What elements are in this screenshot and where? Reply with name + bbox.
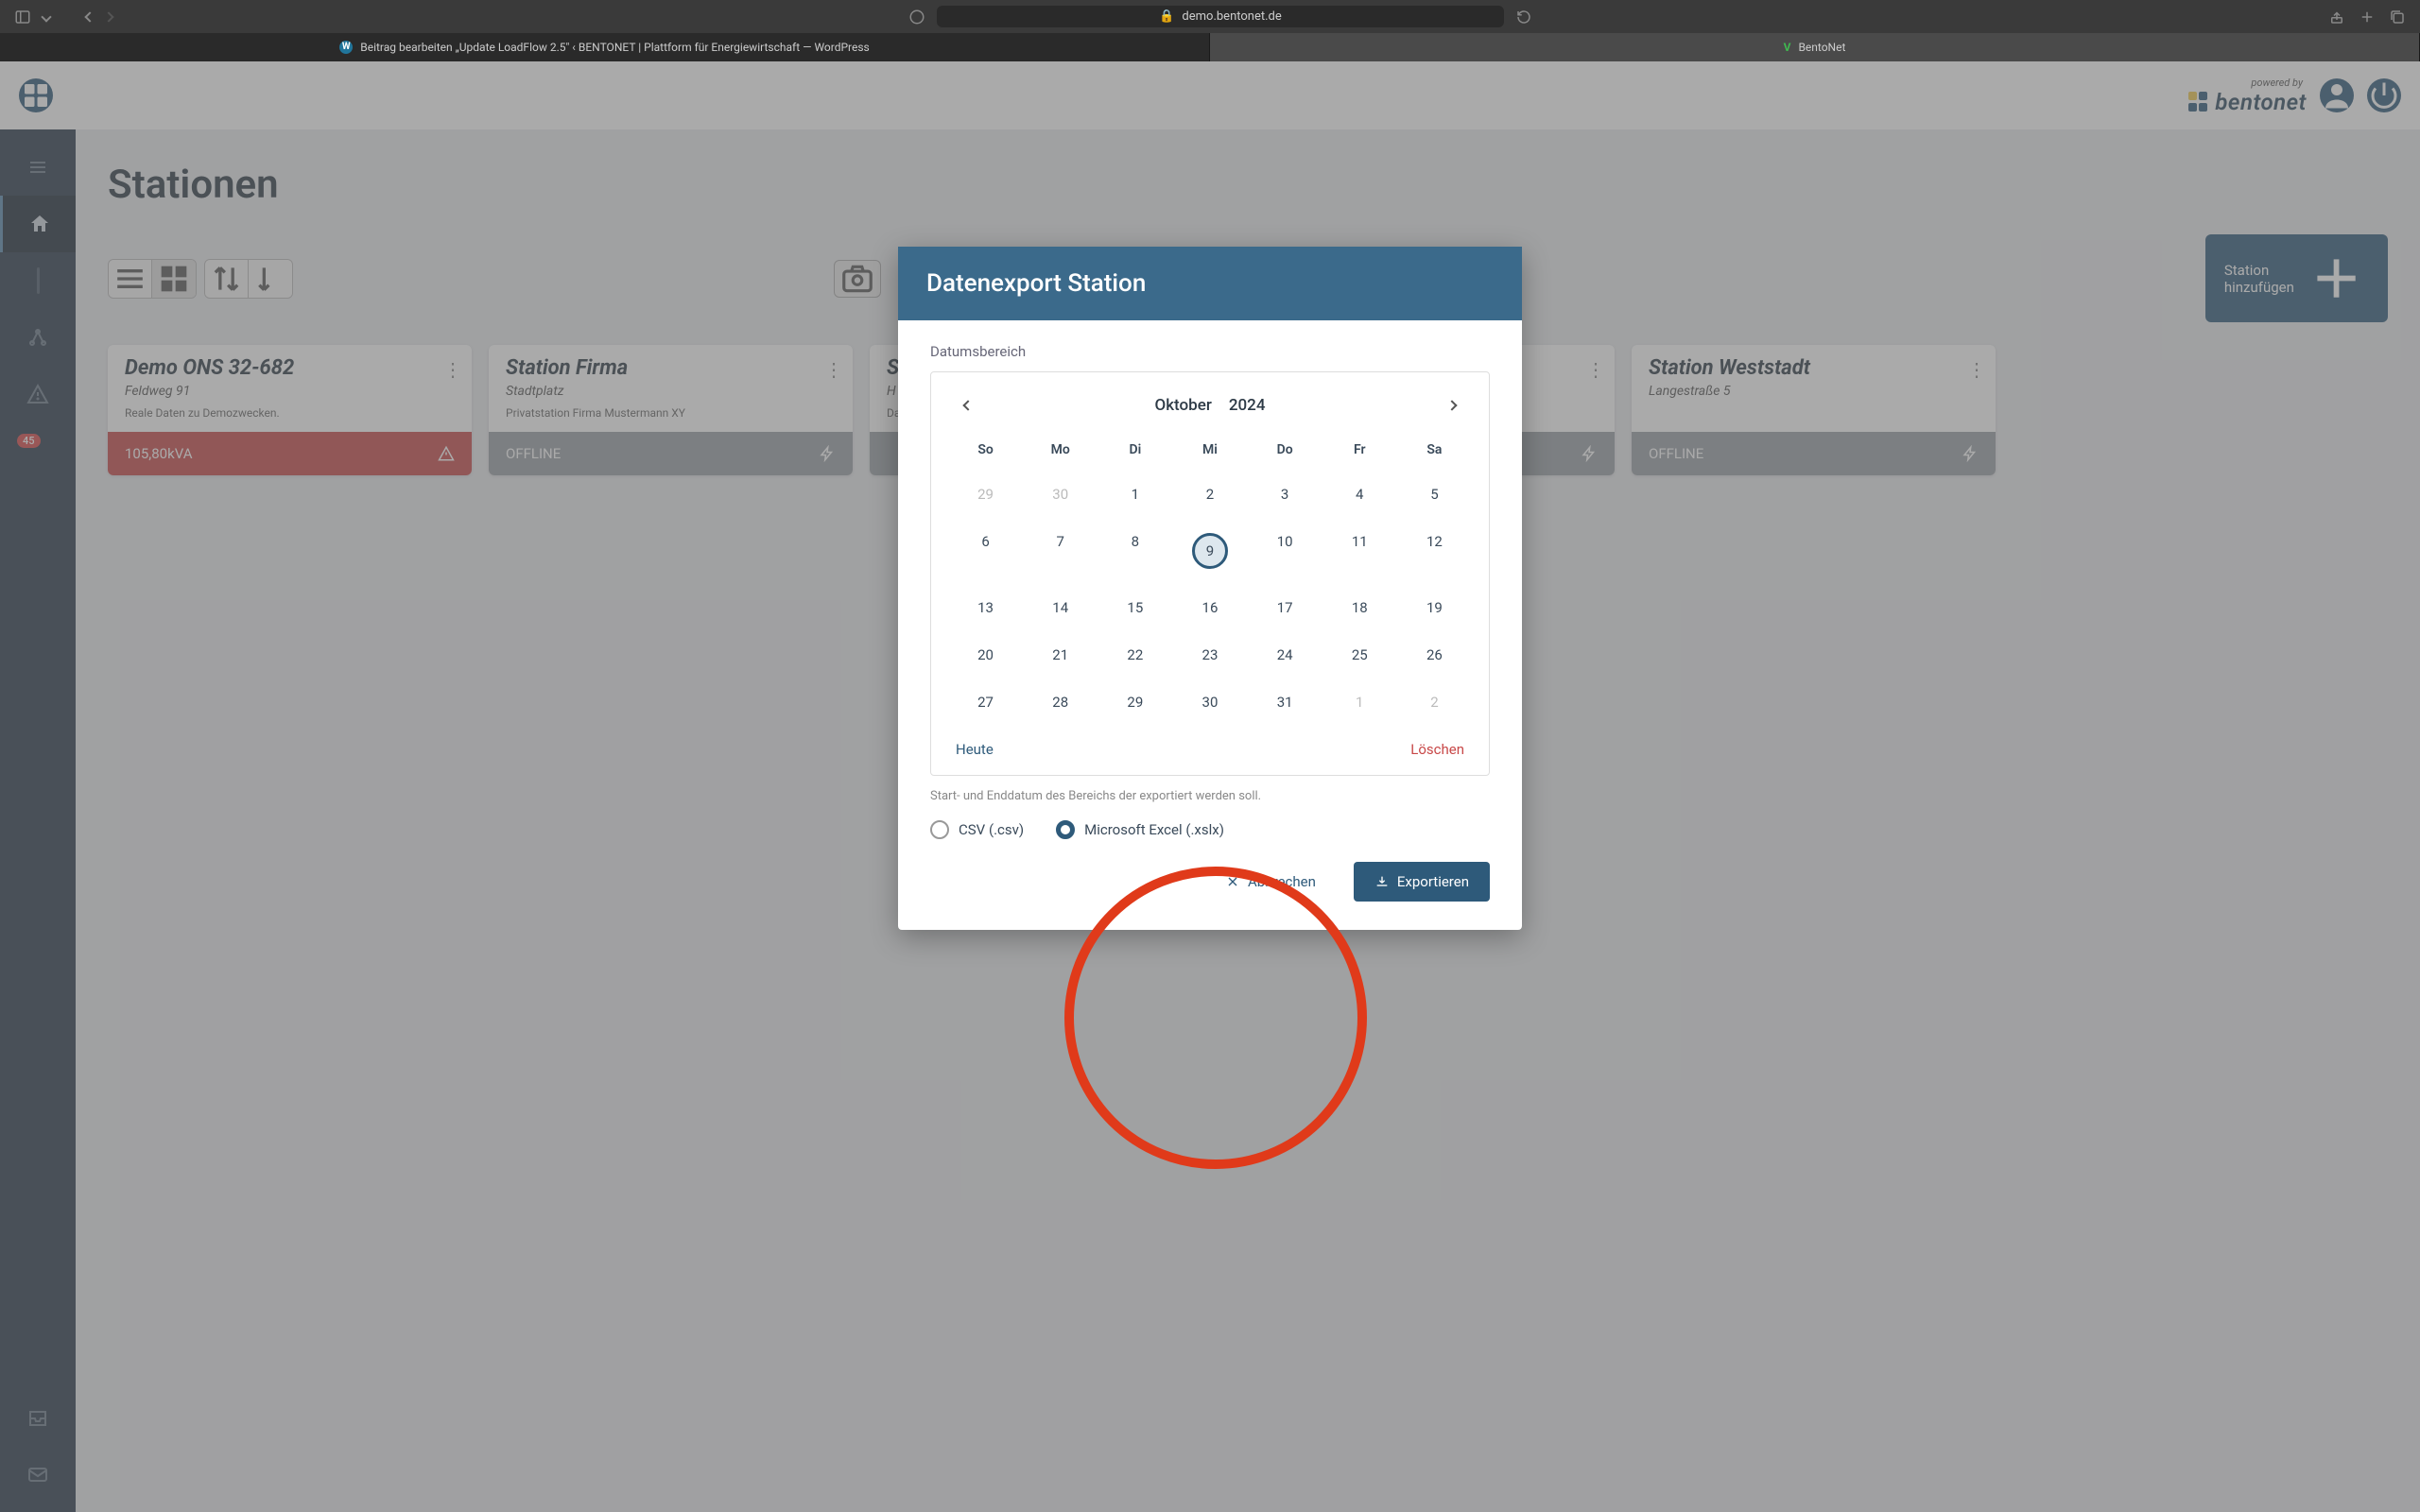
cancel-button[interactable]: Abbrechen: [1204, 862, 1337, 902]
calendar-weekday: Sa: [1397, 429, 1472, 471]
calendar-weekday: Do: [1248, 429, 1322, 471]
calendar-day[interactable]: 9: [1172, 518, 1247, 584]
calendar-year[interactable]: 2024: [1229, 396, 1266, 415]
calendar-day[interactable]: 14: [1023, 584, 1098, 631]
export-modal: Datenexport Station Datumsbereich Oktobe…: [898, 247, 1522, 930]
calendar-weekday: So: [948, 429, 1023, 471]
calendar-weekday: Di: [1098, 429, 1172, 471]
calendar-day[interactable]: 22: [1098, 631, 1172, 679]
browser-tabs: W Beitrag bearbeiten „Update LoadFlow 2.…: [0, 33, 2420, 61]
calendar-day[interactable]: 28: [1023, 679, 1098, 726]
tabs-icon[interactable]: [2389, 9, 2406, 26]
calendar-day[interactable]: 29: [948, 471, 1023, 518]
calendar-day[interactable]: 2: [1397, 679, 1472, 726]
calendar: Oktober 2024 SoMoDiMiDoFrSa 293012345678…: [930, 371, 1490, 776]
calendar-weekday: Mo: [1023, 429, 1098, 471]
app: powered by bentonet: [0, 61, 2420, 1512]
calendar-day[interactable]: 2: [1172, 471, 1247, 518]
calendar-day[interactable]: 31: [1248, 679, 1322, 726]
chevron-left-icon: [962, 400, 973, 410]
calendar-month[interactable]: Oktober: [1154, 396, 1211, 415]
calendar-day[interactable]: 26: [1397, 631, 1472, 679]
calendar-day[interactable]: 4: [1322, 471, 1397, 518]
chevron-right-icon: [1446, 400, 1457, 410]
calendar-day[interactable]: 7: [1023, 518, 1098, 584]
calendar-day[interactable]: 29: [1098, 679, 1172, 726]
url-bar[interactable]: 🔒 demo.bentonet.de: [937, 6, 1504, 27]
calendar-day[interactable]: 25: [1322, 631, 1397, 679]
tab-label: BentoNet: [1798, 41, 1845, 54]
shield-icon[interactable]: [908, 9, 925, 26]
date-range-hint: Start- und Enddatum des Bereichs der exp…: [930, 789, 1490, 803]
format-csv-label: CSV (.csv): [959, 821, 1024, 838]
calendar-days: 2930123456789101112131415161718192021222…: [948, 471, 1472, 726]
calendar-day[interactable]: 3: [1248, 471, 1322, 518]
calendar-day[interactable]: 8: [1098, 518, 1172, 584]
calendar-day[interactable]: 1: [1322, 679, 1397, 726]
date-range-label: Datumsbereich: [930, 343, 1490, 360]
calendar-day[interactable]: 17: [1248, 584, 1322, 631]
calendar-day[interactable]: 24: [1248, 631, 1322, 679]
calendar-clear-link[interactable]: Löschen: [1410, 741, 1464, 758]
calendar-day[interactable]: 30: [1172, 679, 1247, 726]
share-icon[interactable]: [2328, 9, 2345, 26]
calendar-day[interactable]: 10: [1248, 518, 1322, 584]
export-button[interactable]: Exportieren: [1354, 862, 1490, 902]
calendar-weekday: Fr: [1322, 429, 1397, 471]
calendar-day[interactable]: 11: [1322, 518, 1397, 584]
reload-icon[interactable]: [1515, 9, 1532, 26]
tab-label: Beitrag bearbeiten „Update LoadFlow 2.5"…: [360, 41, 870, 54]
calendar-day[interactable]: 12: [1397, 518, 1472, 584]
plus-icon[interactable]: [2359, 9, 2376, 26]
radio-icon: [930, 820, 949, 839]
calendar-day[interactable]: 6: [948, 518, 1023, 584]
radio-icon: [1056, 820, 1075, 839]
nav-back-icon[interactable]: [84, 11, 95, 22]
calendar-day[interactable]: 20: [948, 631, 1023, 679]
calendar-day[interactable]: 13: [948, 584, 1023, 631]
format-xlsx-label: Microsoft Excel (.xslx): [1084, 821, 1224, 838]
calendar-prev-button[interactable]: [954, 391, 982, 420]
chevron-down-icon[interactable]: [41, 11, 51, 22]
format-csv-radio[interactable]: CSV (.csv): [930, 820, 1024, 839]
calendar-today-link[interactable]: Heute: [956, 741, 994, 758]
calendar-weekday: Mi: [1172, 429, 1247, 471]
lock-icon: 🔒: [1159, 9, 1174, 24]
calendar-day[interactable]: 5: [1397, 471, 1472, 518]
wordpress-icon: W: [339, 41, 353, 54]
modal-title: Datenexport Station: [898, 247, 1522, 320]
browser-tab-wordpress[interactable]: W Beitrag bearbeiten „Update LoadFlow 2.…: [0, 33, 1210, 61]
browser-chrome: 🔒 demo.bentonet.de: [0, 0, 2420, 33]
format-xlsx-radio[interactable]: Microsoft Excel (.xslx): [1056, 820, 1224, 839]
calendar-day[interactable]: 21: [1023, 631, 1098, 679]
calendar-next-button[interactable]: [1438, 391, 1466, 420]
calendar-weekdays: SoMoDiMiDoFrSa: [948, 429, 1472, 471]
browser-tab-bentonet[interactable]: V BentoNet: [1210, 33, 2420, 61]
calendar-day[interactable]: 18: [1322, 584, 1397, 631]
calendar-day[interactable]: 27: [948, 679, 1023, 726]
calendar-day[interactable]: 19: [1397, 584, 1472, 631]
calendar-day[interactable]: 15: [1098, 584, 1172, 631]
calendar-day[interactable]: 16: [1172, 584, 1247, 631]
calendar-day[interactable]: 23: [1172, 631, 1247, 679]
url-text: demo.bentonet.de: [1182, 9, 1281, 24]
bentonet-icon: V: [1784, 41, 1791, 54]
export-label: Exportieren: [1397, 873, 1469, 890]
calendar-day[interactable]: 30: [1023, 471, 1098, 518]
sidebar-toggle-icon[interactable]: [14, 9, 31, 26]
cancel-label: Abbrechen: [1248, 873, 1316, 890]
calendar-day[interactable]: 1: [1098, 471, 1172, 518]
